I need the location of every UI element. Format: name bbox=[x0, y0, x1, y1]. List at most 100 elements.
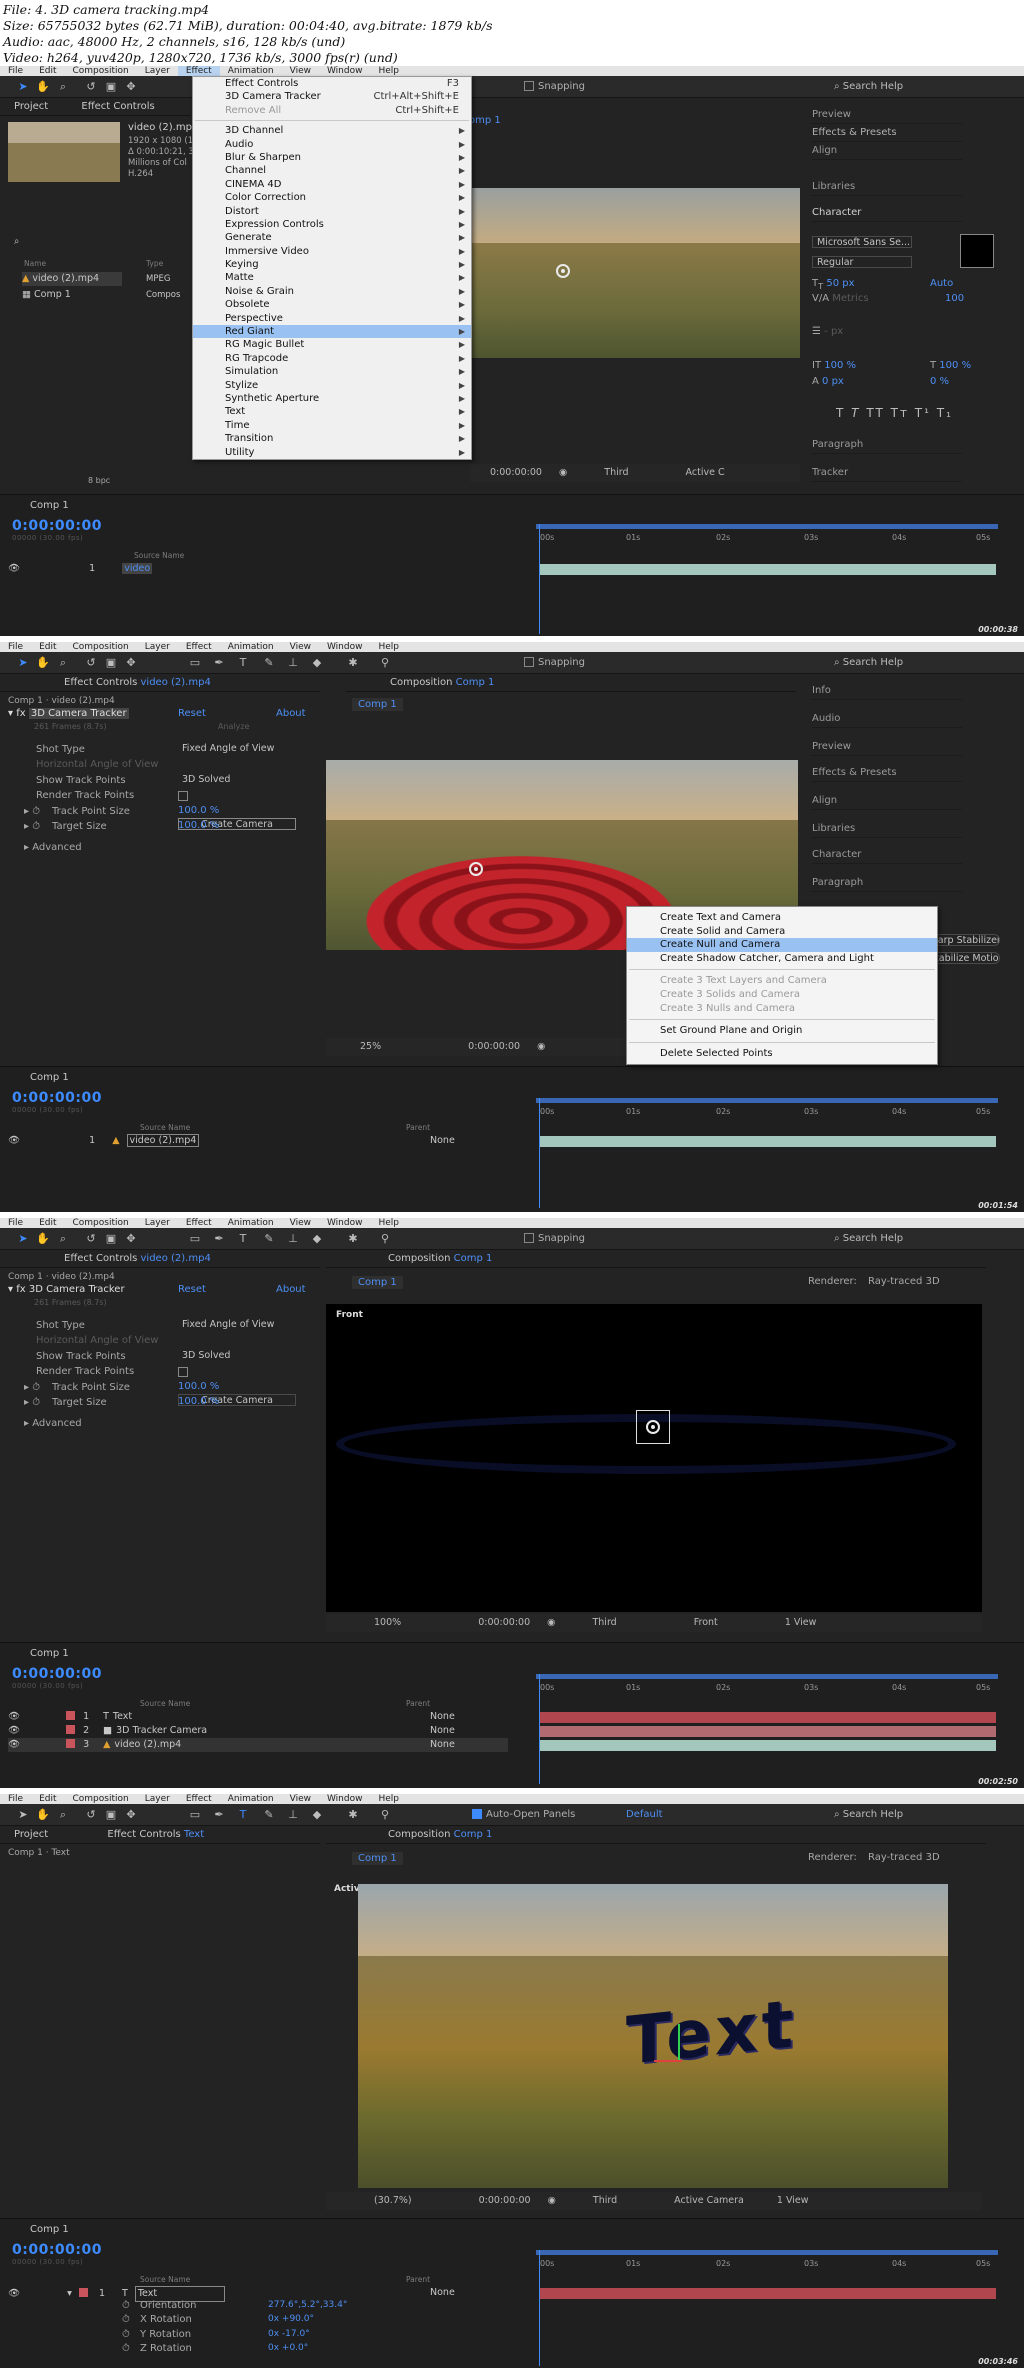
panel-libraries[interactable]: Libraries bbox=[812, 820, 962, 838]
menu-help[interactable]: Help bbox=[370, 1218, 407, 1228]
render-track-points-checkbox[interactable] bbox=[178, 791, 188, 802]
tab-project[interactable]: Project bbox=[14, 101, 48, 112]
zoom-tool-icon[interactable]: ⌕ bbox=[56, 1808, 70, 1822]
menu-file[interactable]: File bbox=[0, 1218, 31, 1228]
camera-tool-icon[interactable]: ▣ bbox=[104, 1808, 118, 1822]
menu-edit[interactable]: Edit bbox=[31, 66, 64, 76]
menu-item-audio[interactable]: Audio ▶ bbox=[193, 138, 471, 151]
analyze-button[interactable]: Analyze bbox=[218, 722, 250, 731]
hand-tool-icon[interactable]: ✋ bbox=[36, 656, 50, 670]
panel-info[interactable]: Info bbox=[812, 682, 962, 700]
selection-tool-icon[interactable]: ➤ bbox=[16, 1232, 30, 1246]
menu-help[interactable]: Help bbox=[370, 66, 407, 76]
workspace-select[interactable]: Default bbox=[626, 1809, 663, 1820]
zoom-tool-icon[interactable]: ⌕ bbox=[56, 656, 70, 670]
layer-track-bar[interactable] bbox=[540, 1712, 996, 1723]
visibility-icon[interactable]: 👁 bbox=[8, 1739, 20, 1750]
effect-reset-link[interactable]: Reset bbox=[178, 1284, 206, 1295]
renderer-field[interactable]: Renderer: Ray-traced 3D bbox=[808, 1276, 940, 1287]
property-value[interactable]: 0x +0.0° bbox=[268, 2343, 308, 2353]
search-help-field[interactable]: ⌕ Search Help bbox=[834, 656, 1014, 670]
menu-item-simulation[interactable]: Simulation ▶ bbox=[193, 365, 471, 378]
property-value[interactable]: 0x -17.0° bbox=[268, 2329, 310, 2339]
viewer-time[interactable]: 0:00:00:00 bbox=[468, 1038, 520, 1056]
bpc-label[interactable]: 8 bpc bbox=[88, 476, 110, 485]
menu-animation[interactable]: Animation bbox=[220, 1218, 282, 1228]
pan-behind-tool-icon[interactable]: ✥ bbox=[124, 656, 138, 670]
menu-item-3d-channel[interactable]: 3D Channel ▶ bbox=[193, 124, 471, 137]
visibility-icon[interactable]: 👁 bbox=[8, 2288, 20, 2299]
effect-header-row[interactable]: ▾ fx 3D Camera Tracker Reset About bbox=[8, 708, 308, 719]
menu-effect[interactable]: Effect bbox=[178, 642, 220, 652]
roto-brush-tool-icon[interactable]: ✱ bbox=[346, 1808, 360, 1822]
layer-track-bar[interactable] bbox=[540, 2288, 996, 2299]
zoom-tool-icon[interactable]: ⌕ bbox=[56, 80, 70, 94]
layer-row[interactable]: 👁 2 ■ 3D Tracker Camera None bbox=[8, 1724, 508, 1738]
layer-row[interactable]: 👁 ▾ 1 T Text None bbox=[8, 2286, 508, 2302]
menu-help[interactable]: Help bbox=[370, 1794, 407, 1804]
label-color-swatch[interactable] bbox=[78, 2288, 88, 2297]
panel-preview[interactable]: Preview bbox=[812, 106, 962, 124]
menu-file[interactable]: File bbox=[0, 1794, 31, 1804]
project-search-input[interactable]: ⌕ bbox=[10, 236, 180, 248]
menu-item-3d-camera-tracker[interactable]: 3D Camera Tracker Ctrl+Alt+Shift+E bbox=[193, 90, 471, 103]
expand-arrow-icon[interactable]: ▾ bbox=[67, 2288, 72, 2299]
snapshot-icon[interactable]: ◉ bbox=[547, 1614, 555, 1632]
stopwatch-icon[interactable]: ⏱ bbox=[122, 2314, 130, 2325]
views-select[interactable]: 1 View bbox=[777, 2192, 809, 2210]
font-family-select[interactable]: Microsoft Sans Se... bbox=[812, 236, 912, 248]
comp-breadcrumb[interactable]: Comp 1 bbox=[352, 1852, 403, 1865]
menu-item-transition[interactable]: Transition ▶ bbox=[193, 432, 471, 445]
stopwatch-icon[interactable]: ⏱ bbox=[122, 2329, 130, 2340]
puppet-pin-tool-icon[interactable]: ⚲ bbox=[378, 1808, 392, 1822]
panel-audio[interactable]: Audio bbox=[812, 710, 962, 728]
property-value[interactable]: 100.0 % bbox=[178, 1396, 219, 1407]
work-area-bar[interactable] bbox=[536, 1098, 998, 1103]
menu-item-stylize[interactable]: Stylize ▶ bbox=[193, 379, 471, 392]
menu-edit[interactable]: Edit bbox=[31, 642, 64, 652]
menu-item-text[interactable]: Text ▶ bbox=[193, 405, 471, 418]
effect-controls-tab[interactable]: Effect Controls video (2).mp4 bbox=[0, 1250, 320, 1268]
time-ruler[interactable]: 00s 01s 02s 03s 04s 05s bbox=[536, 532, 992, 544]
visibility-icon[interactable]: 👁 bbox=[8, 1135, 20, 1146]
view-layout-select[interactable]: Third bbox=[593, 2192, 617, 2210]
tab-effect-controls[interactable]: Effect Controls bbox=[81, 101, 154, 112]
viewer-time[interactable]: 0:00:00:00 bbox=[478, 1614, 530, 1632]
comp-viewer[interactable]: Front bbox=[326, 1304, 982, 1612]
selection-tool-icon[interactable]: ➤ bbox=[16, 656, 30, 670]
zoom-select[interactable]: (30.7%) bbox=[374, 2192, 412, 2210]
brush-tool-icon[interactable]: ✎ bbox=[262, 1808, 276, 1822]
snapping-toggle[interactable]: Snapping bbox=[524, 1233, 585, 1244]
pen-tool-icon[interactable]: ✒ bbox=[212, 1232, 226, 1246]
menu-item-rg-trapcode[interactable]: RG Trapcode ▶ bbox=[193, 352, 471, 365]
type-tool-icon[interactable]: T bbox=[236, 1808, 250, 1822]
current-time-indicator[interactable] bbox=[539, 1674, 540, 1784]
viewer-time[interactable]: 0:00:00:00 bbox=[479, 2192, 531, 2210]
current-time-indicator[interactable] bbox=[539, 1098, 540, 1208]
stopwatch-icon[interactable]: ▸ ⏱ bbox=[24, 806, 40, 817]
brush-tool-icon[interactable]: ✎ bbox=[262, 1232, 276, 1246]
property-value[interactable]: 100.0 % bbox=[178, 820, 219, 831]
selection-tool-icon[interactable]: ➤ bbox=[16, 1808, 30, 1822]
snapping-toggle[interactable]: Snapping bbox=[524, 657, 585, 668]
label-color-swatch[interactable] bbox=[66, 1711, 76, 1720]
menu-item-blur-sharpen[interactable]: Blur & Sharpen ▶ bbox=[193, 151, 471, 164]
property-value[interactable]: 100.0 % bbox=[178, 1381, 219, 1392]
menu-item-effect-controls[interactable]: Effect Controls F3 bbox=[193, 77, 471, 90]
timeline-tab[interactable]: Comp 1 bbox=[30, 498, 69, 514]
faux-bold-button[interactable]: T bbox=[836, 406, 845, 420]
roto-brush-tool-icon[interactable]: ✱ bbox=[346, 1232, 360, 1246]
x-axis-gizmo[interactable] bbox=[654, 2060, 682, 2062]
effect-header-row[interactable]: ▾ fx 3D Camera Tracker Reset About bbox=[8, 1284, 308, 1295]
parent-select[interactable]: None bbox=[430, 1710, 455, 1724]
zoom-select[interactable]: 100% bbox=[374, 1614, 401, 1632]
menu-window[interactable]: Window bbox=[319, 1794, 371, 1804]
menu-composition[interactable]: Composition bbox=[65, 66, 137, 76]
hand-tool-icon[interactable]: ✋ bbox=[36, 1232, 50, 1246]
timecode-display[interactable]: 0:00:00:00 00000 (30.00 fps) bbox=[12, 2242, 102, 2266]
effect-fx-icon[interactable]: ▾ fx bbox=[8, 708, 29, 719]
menu-item-rg-magic-bullet[interactable]: RG Magic Bullet ▶ bbox=[193, 338, 471, 351]
search-help-field[interactable]: ⌕ Search Help bbox=[834, 1808, 1014, 1822]
pan-behind-tool-icon[interactable]: ✥ bbox=[124, 80, 138, 94]
composition-tab[interactable]: Composition Comp 1 bbox=[326, 1250, 986, 1268]
